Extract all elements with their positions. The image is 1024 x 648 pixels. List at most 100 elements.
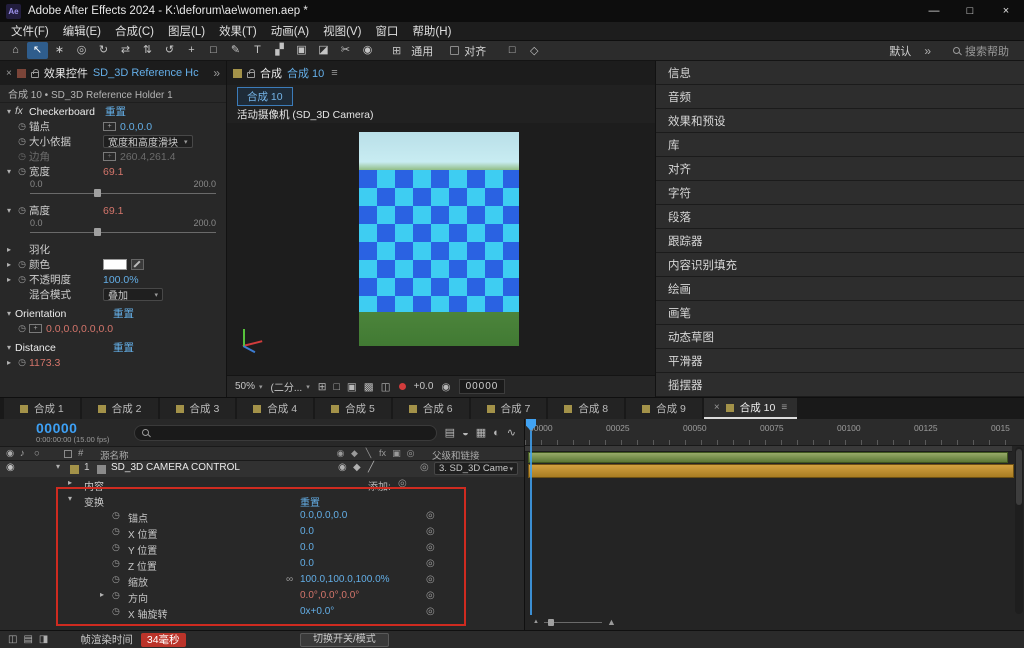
layer-fx-icon[interactable]: ╱ xyxy=(368,462,374,473)
timeline-track-area[interactable]: 00000 00025 00050 00075 00100 00125 0015 ▲ ▲ xyxy=(525,419,1024,630)
comp-tab[interactable]: 合成 2 xyxy=(81,398,158,419)
reset-button[interactable]: 重置 xyxy=(113,340,134,355)
timeline-button-icon[interactable]: ◫ xyxy=(381,381,391,393)
stopwatch-icon[interactable]: ◷ xyxy=(15,136,29,147)
eyedropper-icon[interactable] xyxy=(131,259,144,270)
menu-item[interactable]: 帮助(H) xyxy=(405,23,458,39)
size-mode-select[interactable]: 宽度和高度滑块 ▾ xyxy=(103,135,193,149)
panel-tab[interactable]: 绘画 xyxy=(656,277,1024,300)
graph-editor-icon[interactable]: ∿ xyxy=(507,426,516,439)
time-ruler[interactable]: 00000 00025 00050 00075 00100 00125 0015 xyxy=(525,419,1024,446)
comp-navigator-chip[interactable]: 合成 10 xyxy=(237,86,293,106)
panel-menu-icon[interactable]: ≡ xyxy=(331,67,337,79)
panel-close-icon[interactable]: × xyxy=(6,68,12,79)
comp-tab[interactable]: 合成 5 xyxy=(315,398,391,419)
workspace-grid-icon[interactable]: ⊞ xyxy=(392,44,401,57)
playhead-handle[interactable] xyxy=(526,419,536,431)
tab-effect-controls[interactable]: 效果控件 xyxy=(44,65,88,81)
menu-item[interactable]: 动画(A) xyxy=(264,23,316,39)
comp-tab[interactable]: 合成 3 xyxy=(159,398,236,419)
stopwatch-icon[interactable]: ◷ xyxy=(112,590,120,601)
transparency-grid-icon[interactable]: ▩ xyxy=(364,381,374,393)
zoom-slider[interactable] xyxy=(543,618,602,626)
toggle-switches-modes-button[interactable]: 切换开关/模式 xyxy=(300,633,389,647)
menu-item[interactable]: 窗口 xyxy=(368,23,405,39)
stopwatch-icon[interactable]: ◷ xyxy=(112,574,120,585)
menu-item[interactable]: 合成(C) xyxy=(108,23,161,39)
slider-handle[interactable] xyxy=(94,189,101,197)
layer-name[interactable]: SD_3D CAMERA CONTROL xyxy=(111,462,240,473)
exposure-reset-icon[interactable] xyxy=(398,383,406,390)
resolution-select[interactable]: (二分... ▾ xyxy=(271,379,310,394)
choose-grid-icon[interactable]: ⊞ xyxy=(318,381,327,393)
property-value[interactable]: 0.0,0.0 xyxy=(120,121,152,133)
reset-button[interactable]: 重置 xyxy=(300,494,320,509)
property-value[interactable]: 0.0 xyxy=(300,542,314,553)
expand-layer-pane-icon[interactable]: ◫ xyxy=(8,634,17,645)
panel-tab[interactable]: 摇摆器 xyxy=(656,373,1024,396)
effect-header-orientation[interactable]: ▾ Orientation 重置 xyxy=(0,306,226,321)
roto-brush-tool-icon[interactable]: ✂ xyxy=(335,42,356,59)
panel-tab[interactable]: 跟踪器 xyxy=(656,229,1024,252)
home-tool-icon[interactable]: ⌂ xyxy=(5,42,26,59)
switches-pane-icon[interactable]: ▤ xyxy=(23,634,32,645)
twirl-icon[interactable]: ▾ xyxy=(3,309,15,318)
stopwatch-icon[interactable]: ◷ xyxy=(15,323,29,334)
property-value[interactable]: 0.0,0.0,0.0 xyxy=(300,510,347,521)
twirl-icon[interactable]: ▸ xyxy=(3,260,15,269)
magnification-select[interactable]: 50% ▾ xyxy=(235,381,263,392)
panel-tab[interactable]: 段落 xyxy=(656,205,1024,228)
current-time-display[interactable]: 00000 xyxy=(36,421,126,435)
add-label[interactable]: 添加: xyxy=(368,478,391,493)
clone-stamp-tool-icon[interactable]: ▣ xyxy=(291,42,312,59)
panel-tab[interactable]: 效果和预设 xyxy=(656,109,1024,132)
pickwhip-icon[interactable]: ◎ xyxy=(426,606,435,617)
twirl-icon[interactable]: ▸ xyxy=(3,245,15,254)
timeline-vertical-scrollbar[interactable] xyxy=(1015,447,1023,614)
comp-tab[interactable]: 合成 9 xyxy=(626,398,702,419)
twirl-icon[interactable]: ▸ xyxy=(68,478,72,487)
slider-handle[interactable] xyxy=(94,228,101,236)
comp-tab[interactable]: 合成 6 xyxy=(392,398,469,419)
guides-icon[interactable]: ◇ xyxy=(527,44,541,57)
stopwatch-icon[interactable]: ◷ xyxy=(15,166,29,177)
twirl-icon[interactable]: ▸ xyxy=(3,275,15,284)
twirl-icon[interactable]: ▾ xyxy=(3,167,15,176)
shy-layers-icon[interactable]: ◒ xyxy=(462,427,469,439)
menu-item[interactable]: 编辑(E) xyxy=(56,23,108,39)
panel-tab[interactable]: 内容识别填充 xyxy=(656,253,1024,276)
reset-button[interactable]: 重置 xyxy=(105,104,126,119)
menu-item[interactable]: 视图(V) xyxy=(316,23,368,39)
menu-item[interactable]: 效果(T) xyxy=(212,23,264,39)
puppet-pin-tool-icon[interactable]: ◉ xyxy=(357,42,378,59)
stopwatch-icon[interactable]: ◷ xyxy=(15,205,29,216)
layer-quality-icon[interactable]: ◆ xyxy=(353,462,361,473)
transform-group-row[interactable]: ▾ 变换 重置 xyxy=(0,493,524,509)
layer-video-icon[interactable]: ◉ xyxy=(338,462,347,473)
close-button[interactable]: × xyxy=(988,0,1024,22)
pickwhip-icon[interactable]: ◎ xyxy=(420,462,429,473)
contents-group-row[interactable]: ▸ 内容 添加: ◎ xyxy=(0,477,524,493)
zoom-out-mountain-icon[interactable]: ▲ xyxy=(533,619,539,625)
stopwatch-icon[interactable]: ◷ xyxy=(112,558,120,569)
property-value[interactable]: 69.1 xyxy=(103,166,123,178)
tab-composition[interactable]: 合成 xyxy=(260,65,282,81)
lock-icon[interactable] xyxy=(30,68,39,78)
layer-duration-bar[interactable] xyxy=(528,464,1014,478)
stopwatch-icon[interactable]: ◷ xyxy=(112,510,120,521)
playhead[interactable] xyxy=(526,419,536,615)
panel-menu-icon[interactable]: ≡ xyxy=(781,402,787,413)
panel-tab[interactable]: 库 xyxy=(656,133,1024,156)
twirl-icon[interactable]: ▾ xyxy=(3,107,15,116)
stopwatch-icon[interactable]: ◷ xyxy=(15,121,29,132)
add-shape-icon[interactable]: ◎ xyxy=(398,478,407,489)
panel-tab[interactable]: 信息 xyxy=(656,61,1024,84)
panel-tab[interactable]: 音频 xyxy=(656,85,1024,108)
comp-tab[interactable]: × 合成 10 ≡ xyxy=(703,398,798,419)
stopwatch-icon[interactable]: ◷ xyxy=(15,274,29,285)
mask-path-icon[interactable]: □ xyxy=(505,44,519,57)
property-value[interactable]: 0x+0.0° xyxy=(300,606,334,617)
twirl-icon[interactable]: ▾ xyxy=(56,462,60,471)
eye-icon[interactable]: ◉ xyxy=(6,462,15,473)
type-tool-icon[interactable]: T xyxy=(247,42,268,59)
